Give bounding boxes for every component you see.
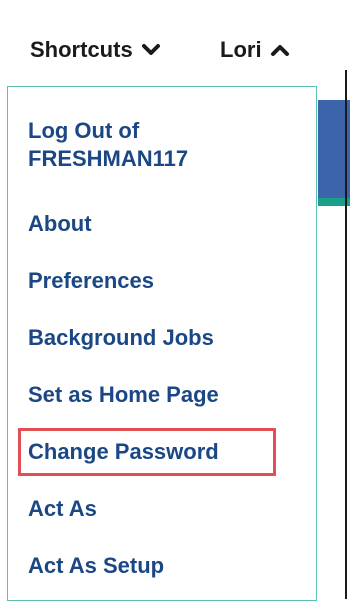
user-dropdown-menu: Log Out of FRESHMAN117 About Preferences… [7,86,317,601]
user-menu-button[interactable]: Lori [220,30,290,70]
chevron-up-icon [270,43,290,57]
chevron-down-icon [141,43,161,57]
user-name-label: Lori [220,37,262,62]
shortcuts-menu-button[interactable]: Shortcuts [30,30,161,70]
menu-item-act-as[interactable]: Act As [28,495,97,523]
menu-item-logout[interactable]: Log Out of FRESHMAN117 [28,117,268,173]
top-navigation-bar: Shortcuts Lori [0,0,350,80]
menu-item-set-home-page[interactable]: Set as Home Page [28,381,219,409]
shortcuts-label: Shortcuts [30,37,133,62]
menu-item-preferences[interactable]: Preferences [28,267,154,295]
menu-item-change-password[interactable]: Change Password [28,438,219,466]
menu-item-about[interactable]: About [28,210,92,238]
menu-item-background-jobs[interactable]: Background Jobs [28,324,214,352]
page-right-border [345,70,347,599]
menu-item-act-as-setup[interactable]: Act As Setup [28,552,164,580]
